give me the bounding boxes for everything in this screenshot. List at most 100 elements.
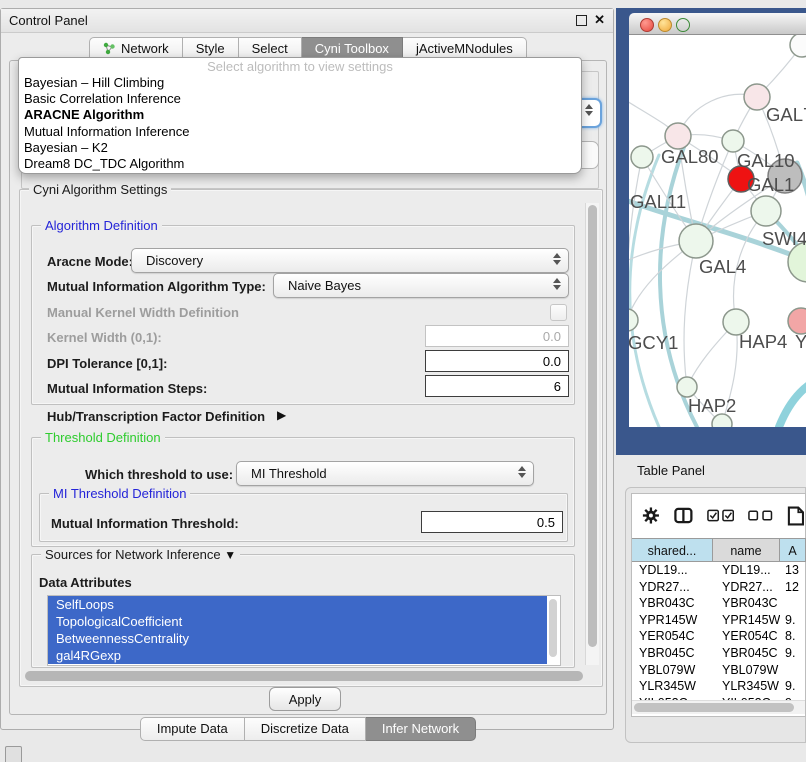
table-cell: YLR345W — [713, 678, 780, 695]
node-label: HAP2 — [688, 395, 736, 416]
table-cell — [780, 662, 806, 679]
algorithm-option[interactable]: Basic Correlation Inference — [19, 91, 581, 107]
network-node-hap2[interactable] — [677, 377, 697, 397]
gear-icon[interactable] — [642, 506, 660, 525]
tab-discretize-data[interactable]: Discretize Data — [245, 717, 366, 741]
aracne-mode-select[interactable]: Discovery — [131, 248, 569, 273]
algorithm-option[interactable]: Bayesian – K2 — [19, 140, 581, 156]
hub-definition-label[interactable]: Hub/Transcription Factor Definition — [47, 409, 265, 424]
field-value: 0.0 — [543, 329, 561, 344]
close-icon[interactable]: ✕ — [594, 12, 605, 28]
control-panel-titlebar: Control Panel ✕ — [1, 9, 613, 33]
table-cell: YBR043C — [713, 595, 780, 612]
network-node-gal4[interactable] — [679, 224, 713, 258]
table-cell: YDL19... — [713, 562, 780, 579]
settings-vertical-scrollbar[interactable] — [585, 203, 599, 665]
group-title: MI Threshold Definition — [49, 486, 190, 501]
which-threshold-select[interactable]: MI Threshold — [236, 461, 534, 486]
network-node-gal10[interactable] — [722, 130, 744, 152]
attribute-item-selected[interactable]: BetweennessCentrality — [48, 630, 547, 647]
table-row[interactable]: YDR27...YDR27...12 — [632, 579, 806, 596]
group-title: Algorithm Definition — [41, 218, 162, 233]
table-cell: YER054C — [632, 628, 713, 645]
aracne-mode-label: Aracne Mode: — [47, 254, 133, 269]
table-row[interactable]: YER054CYER054C8. — [632, 628, 806, 645]
columns-icon[interactable] — [674, 507, 693, 524]
node-label: GAL80 — [661, 146, 719, 167]
new-table-icon[interactable] — [787, 505, 806, 527]
table-row[interactable]: YLR345WYLR345W9. — [632, 678, 806, 695]
control-panel-title: Control Panel — [9, 13, 88, 28]
network-node-gcy1[interactable] — [629, 309, 638, 331]
network-node-gal11[interactable] — [631, 146, 653, 168]
table-cell: YDR27... — [713, 579, 780, 596]
group-title: Sources for Network Inference ▼ — [41, 547, 240, 562]
table-cell: 9. — [780, 612, 806, 629]
mi-threshold-label: Mutual Information Threshold: — [51, 516, 239, 531]
table-row[interactable]: YBR043CYBR043C — [632, 595, 806, 612]
node-label: Y — [795, 331, 806, 352]
mi-algorithm-type-select[interactable]: Naive Bayes — [273, 273, 569, 298]
settings-horizontal-scrollbar[interactable] — [23, 670, 597, 682]
table-row[interactable]: YPR145WYPR145W9. — [632, 612, 806, 629]
table-cell: YBL079W — [713, 662, 780, 679]
mi-threshold-field[interactable]: 0.5 — [421, 511, 563, 533]
tab-label: jActiveMNodules — [416, 41, 513, 56]
network-node[interactable] — [790, 35, 806, 57]
data-attributes-list[interactable]: SelfLoopsTopologicalCoefficientBetweenne… — [47, 595, 561, 666]
mi-steps-field[interactable]: 6 — [425, 375, 569, 397]
kernel-width-field: 0.0 — [425, 325, 569, 347]
table-cell — [780, 595, 806, 612]
data-attributes-label: Data Attributes — [39, 575, 132, 590]
attribute-item-selected[interactable]: gal4RGexp — [48, 647, 547, 664]
table-rows: YDL19...YDL19...13YDR27...YDR27...12YBR0… — [632, 562, 806, 700]
scrollbar-thumb[interactable] — [588, 205, 597, 647]
algorithm-option[interactable]: ARACNE Algorithm — [19, 107, 581, 123]
table-cell: 9. — [780, 645, 806, 662]
scrollbar-thumb[interactable] — [25, 671, 583, 681]
collapse-triangle-icon[interactable]: ▼ — [224, 548, 236, 562]
tab-label: Select — [252, 41, 288, 56]
table-toolbar — [631, 493, 806, 538]
float-window-icon[interactable] — [576, 15, 587, 26]
scrollbar-thumb[interactable] — [634, 703, 794, 712]
selected-value: Naive Bayes — [274, 278, 361, 293]
manual-kernel-width-checkbox[interactable] — [550, 304, 567, 321]
algorithm-option[interactable]: Dream8 DC_TDC Algorithm — [19, 156, 581, 172]
tab-infer-network[interactable]: Infer Network — [366, 717, 476, 741]
network-canvas[interactable]: GAL7GAL80GAL10GAL1GAL11SWI4GAL4GCY1HAP4Y… — [629, 35, 806, 427]
scrollbar-thumb[interactable] — [549, 599, 557, 657]
algorithm-dropdown[interactable]: Select algorithm to view settings Bayesi… — [18, 57, 582, 174]
table-horizontal-scrollbar[interactable] — [632, 700, 805, 714]
algorithm-list: Bayesian – Hill ClimbingBasic Correlatio… — [19, 75, 581, 172]
network-node-gal1[interactable] — [751, 196, 781, 226]
node-label: GAL1 — [747, 174, 794, 195]
zoom-traffic-light-icon[interactable] — [676, 18, 690, 32]
table-row[interactable]: YDL19...YDL19...13 — [632, 562, 806, 579]
close-traffic-light-icon[interactable] — [640, 18, 654, 32]
table-row[interactable]: YBR045CYBR045C9. — [632, 645, 806, 662]
unchecked-columns-icon[interactable] — [748, 510, 773, 521]
attributes-scrollbar[interactable] — [548, 597, 559, 663]
checked-columns-icon[interactable] — [707, 509, 734, 522]
manual-kernel-width-label: Manual Kernel Width Definition — [47, 305, 239, 320]
table-column-header[interactable]: A — [780, 538, 806, 562]
combo-arrows-icon — [517, 466, 526, 478]
tab-impute-data[interactable]: Impute Data — [140, 717, 245, 741]
algorithm-option[interactable]: Mutual Information Inference — [19, 124, 581, 140]
apply-button[interactable]: Apply — [269, 687, 341, 711]
table-cell: 12 — [780, 579, 806, 596]
which-threshold-label: Which threshold to use: — [85, 467, 233, 482]
node-label: GAL4 — [699, 256, 746, 277]
attribute-item-selected[interactable]: TopologicalCoefficient — [48, 613, 547, 630]
dpi-tolerance-field[interactable]: 0.0 — [425, 350, 569, 372]
minimized-panel-icon[interactable] — [5, 746, 22, 762]
network-window-titlebar[interactable] — [629, 13, 806, 35]
table-row[interactable]: YBL079WYBL079W — [632, 662, 806, 679]
table-column-header[interactable]: name — [713, 538, 780, 562]
table-column-header[interactable]: shared... — [632, 538, 713, 562]
expand-triangle-icon[interactable]: ▶ — [277, 408, 286, 422]
minimize-traffic-light-icon[interactable] — [658, 18, 672, 32]
attribute-item-selected[interactable]: SelfLoops — [48, 596, 547, 613]
algorithm-option[interactable]: Bayesian – Hill Climbing — [19, 75, 581, 91]
